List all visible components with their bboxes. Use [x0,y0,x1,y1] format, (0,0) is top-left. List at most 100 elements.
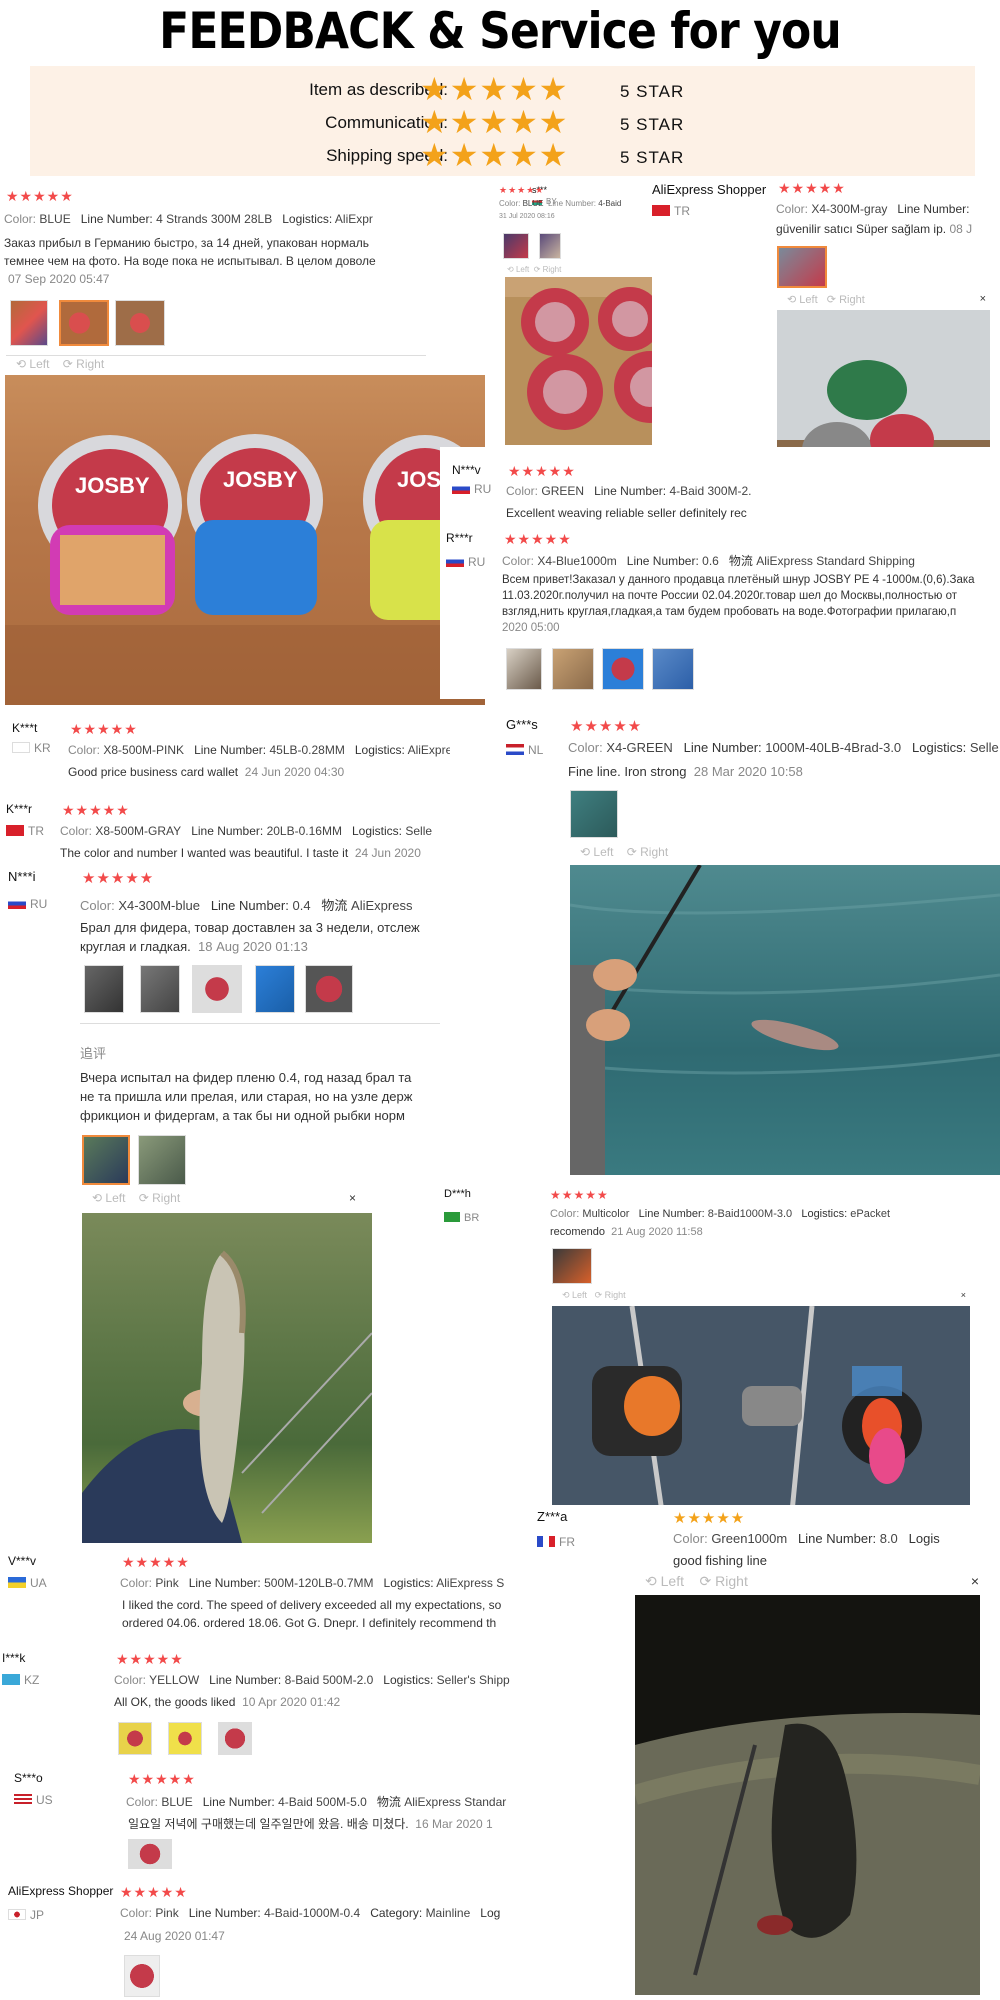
review-thumbnail[interactable] [140,965,180,1013]
review-meta: Color: Pink Line Number: 4-Baid-1000M-0.… [120,1906,501,1920]
fishing-line-spools-photo: JOSBY JOSBY JOSBY [5,434,485,705]
review-thumbnail[interactable] [652,648,694,690]
divider [6,355,426,356]
review-photo: JOSBY JOSBY JOSBY [5,375,485,705]
review-text: recomendo 21 Aug 2020 11:58 [550,1226,703,1238]
review-thumbnail-selected[interactable] [59,300,109,346]
reviewer-country: TR [6,822,44,840]
review-text: Fine line. Iron strong 28 Mar 2020 10:58 [568,764,803,779]
review-thumbnail-selected[interactable] [82,1135,130,1185]
rating-value: 5 STAR [620,148,685,167]
review-stars: ★★★★★ [70,721,138,737]
review-meta: Color: Pink Line Number: 500M-120LB-0.7M… [120,1576,505,1590]
flag-icon [444,1211,460,1222]
reviewer-name: N***i [8,869,36,884]
flag-icon [452,483,470,495]
review-thumbnail[interactable] [305,965,353,1013]
photo-controls: ⟲ Left ⟳ Right × [92,1191,356,1205]
review-stars: ★★★★★ [120,1884,188,1900]
star-icons: ★★★★★ [420,71,569,107]
fishing-from-shore-photo [570,865,1000,1175]
photo-controls: ⟲ Left ⟳ Right [580,845,669,859]
review-thumbnail[interactable] [192,965,242,1013]
night-catfish-photo [635,1713,980,1995]
review-photo [82,1213,372,1543]
review-thumbnail[interactable] [138,1135,186,1185]
close-icon[interactable]: × [349,1191,356,1205]
review-stars: ★★★★★ [504,531,572,547]
review-thumbnail[interactable] [506,648,542,690]
review-meta: Color: X4-300M-gray Line Number: [776,202,970,216]
review-card: K***t KR ★★★★★ Color: X8-500M-PINK Line … [0,705,450,785]
review-text: good fishing line [673,1553,767,1568]
review-thumbnail[interactable] [115,300,165,346]
review-card: Z***a FR ★★★★★ Color: Green1000m Line Nu… [535,1505,1000,2000]
reviewer-name: S***o [14,1771,43,1785]
reviewer-country: KR [12,739,51,757]
review-thumbnail[interactable] [552,648,594,690]
rotate-left-button[interactable]: Left [29,357,49,371]
close-icon[interactable]: × [971,1573,979,1589]
star-icons: ★★★★★ [420,104,569,140]
review-stars: ★★★★★ [128,1771,196,1787]
rotate-right-button[interactable]: Right [76,357,104,371]
review-thumbnail[interactable] [552,1248,592,1284]
fishing-reels-photo [552,1306,970,1512]
review-card: I***k KZ ★★★★★ Color: YELLOW Line Number… [0,1645,520,1755]
review-thumbnail[interactable] [539,233,561,259]
reviewer-name: R***r [446,531,473,545]
review-card: N***i RU ★★★★★ Color: X4-300M-blue Line … [0,863,440,1543]
rotate-left-icon[interactable]: ⟲ [16,357,26,371]
rotate-right-icon[interactable]: ⟳ [63,357,73,371]
reviewer-name: Z***a [537,1509,568,1524]
review-card: AliExpress Shopper JP ★★★★★ Color: Pink … [0,1878,520,2000]
reviewer-country: RU [8,895,47,913]
caught-fish-photo [82,1250,372,1543]
review-stars: ★★★★★ [499,185,545,195]
rating-row-communication: Communication: ★★★★★ 5 STAR [30,104,975,140]
review-text: темнее чем на фото. На воде пока не испы… [4,254,376,268]
page-title: FEEDBACK & Service for you [159,2,842,60]
flag-icon [446,556,464,568]
store-rating-panel: Item as described: ★★★★★ 5 STAR Communic… [30,66,975,176]
reviewer-name: I***k [2,1651,26,1665]
review-thumbnail[interactable] [10,300,48,346]
flag-icon [537,1536,555,1548]
review-thumbnail[interactable] [602,648,644,690]
review-thumbnail[interactable] [255,965,295,1013]
review-thumbnail[interactable] [218,1722,252,1755]
review-thumbnail[interactable] [570,790,618,838]
close-icon[interactable]: × [961,1290,966,1300]
review-thumbnail[interactable] [503,233,529,259]
reviewer-name: N***v [452,463,481,477]
review-meta: Color: BLUE Line Number: 4-Baid [499,199,622,208]
review-text: Заказ прибыл в Германию быстро, за 14 дн… [4,236,369,250]
review-thumbnail[interactable] [168,1722,202,1755]
review-date: 31 Jul 2020 08:16 [499,213,555,220]
review-stars: ★★★★★ [122,1554,190,1570]
review-card: N***v RU ★★★★★ Color: GREEN Line Number:… [440,447,1000,699]
review-meta: Color: YELLOW Line Number: 8-Baid 500M-2… [114,1673,510,1687]
flag-icon [8,898,26,910]
review-meta: Color: X4-300M-blue Line Number: 0.4 物流 … [80,898,413,913]
review-thumbnail[interactable] [84,965,124,1013]
review-photo [552,1306,970,1512]
review-thumbnail-selected[interactable] [777,246,827,288]
review-thumbnail[interactable] [124,1955,160,1997]
photo-controls: ⟲ Left ⟳ Right × [787,293,986,306]
review-stars: ★★★★★ [673,1510,746,1527]
review-text: Good price business card wallet 24 Jun 2… [68,765,345,779]
review-thumbnail[interactable] [128,1839,172,1869]
review-card: S***o US ★★★★★ Color: BLUE Line Number: … [0,1765,520,1870]
review-date: 07 Sep 2020 05:47 [8,272,110,286]
reviewer-country: JP [8,1906,44,1924]
flag-icon [6,825,24,837]
review-stars: ★★★★★ [778,180,846,196]
close-icon[interactable]: × [980,293,986,305]
review-stars: ★★★★★ [508,463,576,479]
review-date: 2020 05:00 [502,622,560,634]
review-thumbnail[interactable] [118,1722,152,1755]
review-meta: Color: X8-500M-PINK Line Number: 45LB-0.… [68,743,450,757]
reviewer-country: BR [444,1208,479,1226]
review-photo [635,1595,980,1995]
